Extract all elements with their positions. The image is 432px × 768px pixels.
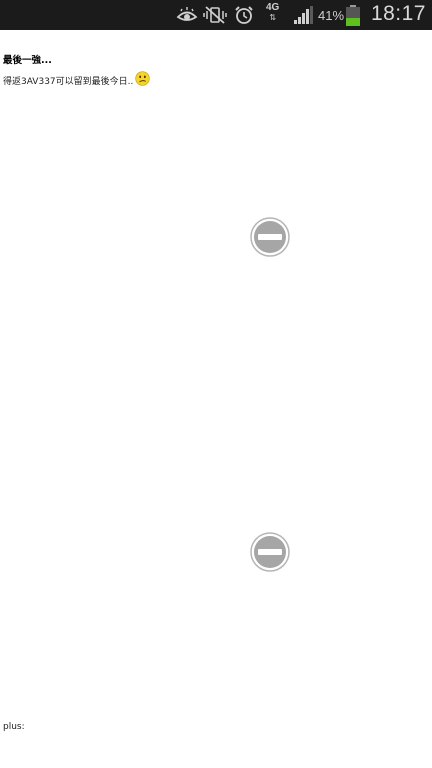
battery-icon	[346, 5, 360, 26]
post-content: 最後一強... 得返3AV337可以留到最後今日.. plus:	[0, 30, 432, 768]
eye-icon	[176, 7, 198, 21]
blocked-image-icon[interactable]	[250, 532, 290, 572]
network-4g-icon: 4G ⇅	[266, 2, 280, 23]
footer-label: plus:	[3, 722, 25, 732]
post-message-text: 得返3AV337可以留到最後今日..	[3, 77, 134, 87]
mute-icon	[203, 6, 227, 24]
battery-percent: 41%	[318, 8, 345, 23]
status-bar: 4G ⇅ 41% 18:17	[0, 0, 432, 30]
blocked-image-icon[interactable]	[250, 217, 290, 257]
clock: 18:17	[370, 2, 426, 25]
post-title: 最後一強...	[3, 55, 52, 66]
alarm-icon	[235, 6, 253, 24]
post-message: 得返3AV337可以留到最後今日..	[3, 71, 151, 87]
signal-icon	[294, 6, 313, 24]
confused-face-icon	[135, 71, 151, 86]
